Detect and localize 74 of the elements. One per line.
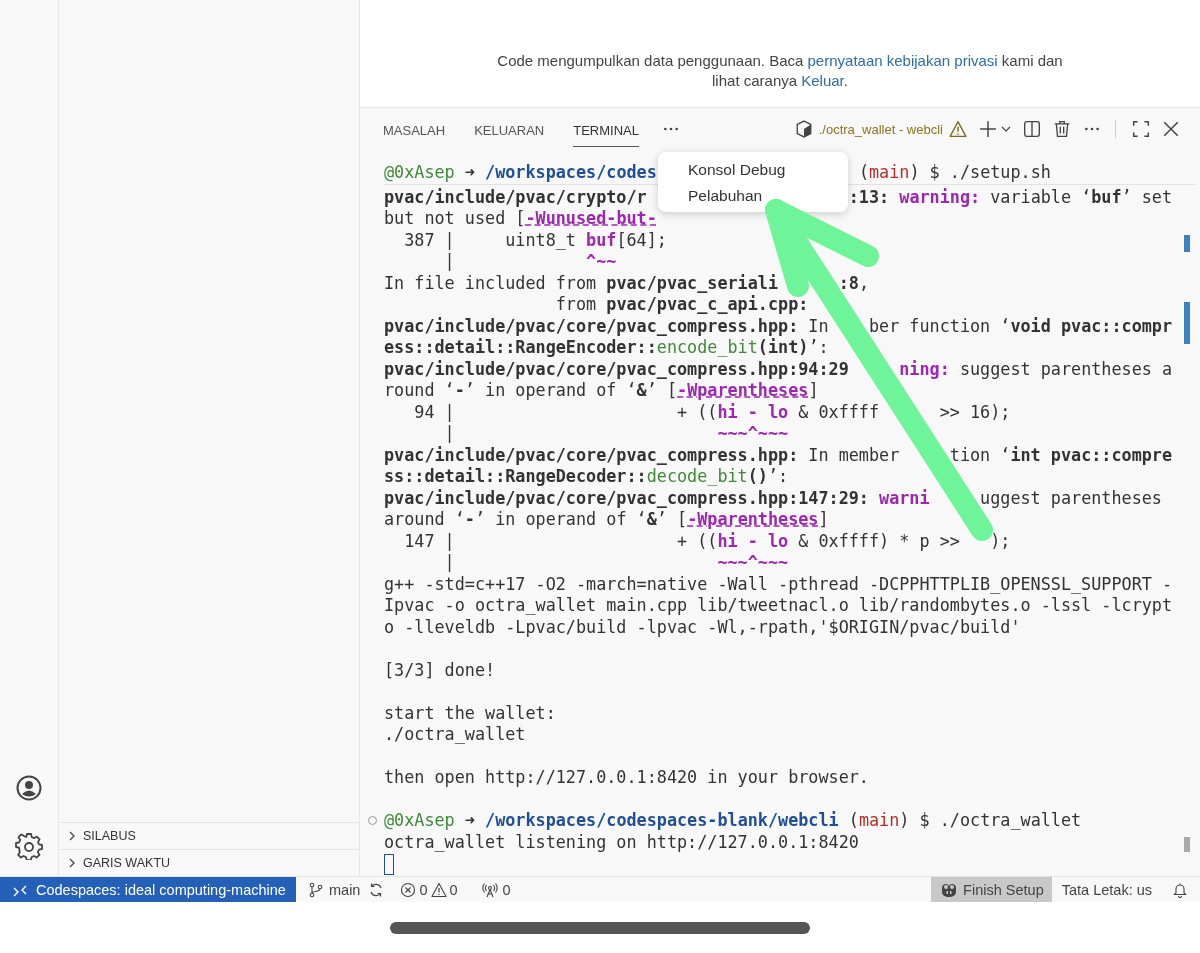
terminal-text: :13: warning: variable ‘buf’ set	[848, 186, 1173, 208]
terminal-text: pvac/include/pvac/core/pvac_compress.hpp: In	[384, 315, 829, 337]
terminal-text: o -lleveldb -Lpvac/build -lpvac -Wl,-rpath,'$ORIGIN/pvac/build'	[384, 616, 1021, 638]
privacy-link[interactable]: pernyataan kebijakan privasi	[807, 52, 998, 69]
sidebar-section[interactable]: SILABUS	[59, 822, 359, 849]
terminal-text: Ipvac -o octra_wallet main.cpp lib/tweetnacl.o lib/randombytes.o -lssl -lcrypt	[384, 595, 1173, 617]
terminal-text: start the wallet:	[384, 702, 556, 724]
finish-setup-button[interactable]: Finish Setup	[931, 877, 1052, 902]
terminal-text: ess::detail::RangeEncoder::encode_bit(int)’:	[384, 337, 829, 359]
terminal-text: octra_wallet listening on http://127.0.0.1:8420	[384, 831, 859, 853]
terminal-text: but not used [-Wunused-but-	[384, 208, 657, 230]
chevron-icon	[67, 831, 77, 841]
opt-out-link[interactable]: Keluar	[801, 72, 844, 89]
keyboard-layout[interactable]: Tata Letak: us	[1061, 881, 1152, 898]
panel-tab[interactable]: MASALAH	[383, 111, 446, 147]
terminal-text: pvac/include/pvac/core/pvac_compress.hpp:147:29: warni	[384, 487, 930, 509]
ports-indicator[interactable]: 0	[481, 881, 511, 898]
split-icon[interactable]	[1023, 120, 1041, 138]
terminal-text: 387 | uint8_t buf[64];	[403, 229, 667, 251]
problems-indicator[interactable]: 0 0	[400, 881, 458, 898]
terminal-text: 94 | + ((hi - lo & 0xffff	[413, 401, 880, 423]
terminal-text: ss::detail::RangeDecoder::decode_bit()’:	[384, 466, 789, 488]
terminal-name[interactable]: ./octra_wallet - webcli	[818, 121, 943, 137]
bell-icon[interactable]	[1172, 881, 1188, 898]
scrollbar-thumb[interactable]	[1184, 837, 1190, 852]
terminal-text: >> 16);	[938, 401, 1011, 423]
error-icon	[400, 881, 417, 898]
terminal-text: | ~~~^~~~	[443, 423, 789, 445]
terminal-text: then open http://127.0.0.1:8420 in your browser.	[384, 767, 869, 789]
terminal-cursor	[384, 853, 394, 875]
terminal-text: pvac/include/pvac/core/pvac_compress.hpp:94:29	[384, 358, 849, 380]
terminal-text: @0xAsep ➜ /workspaces/codes	[384, 162, 657, 184]
terminal-text: g++ -std=c++17 -O2 -march=native -Wall -pthread -DCPPHTTPLIB_OPENSSL_SUPPORT -	[384, 573, 1173, 595]
chevron-icon	[67, 858, 77, 868]
terminal-text: [3/3] done!	[384, 659, 496, 681]
terminal-text: :8,	[838, 272, 869, 294]
terminal-text: In file included from pvac/pvac_seriali	[384, 272, 779, 294]
menu-item[interactable]: Pelabuhan	[658, 182, 848, 208]
terminal-text: from pvac/pvac_c_api.cpp:	[554, 294, 809, 316]
terminal-text: around ‘-’ in operand of ‘&’ [-Wparentheses]	[384, 509, 829, 531]
panel-tab[interactable]: KELUARAN	[474, 111, 545, 147]
terminal-text: | ^~~	[443, 251, 617, 273]
antenna-icon	[481, 881, 498, 898]
terminal-text: tion ‘int pvac::compre	[949, 444, 1173, 466]
panel-tab[interactable]: TERMINAL	[573, 111, 639, 147]
plus-icon[interactable]	[979, 120, 997, 138]
terminal-text: round ‘-’ in operand of ‘&’ [-Wparentheses]	[384, 380, 819, 402]
warning-icon[interactable]	[949, 120, 967, 138]
account-icon[interactable]	[15, 774, 43, 802]
terminal-icon[interactable]	[794, 120, 813, 138]
terminal-text: ber function ‘void pvac::compr	[868, 315, 1173, 337]
trash-icon[interactable]	[1053, 120, 1071, 138]
terminal-text: | ~~~^~~~	[443, 552, 789, 574]
chevron-down-icon[interactable]	[1001, 124, 1011, 134]
terminal-text: @0xAsep ➜ /workspaces/codespaces-blank/webcli (main) $ ./octra_wallet	[384, 810, 1082, 832]
maximize-icon[interactable]	[1132, 120, 1150, 138]
terminal-text: );	[990, 530, 1011, 552]
settings-icon[interactable]	[15, 832, 43, 860]
menu-item[interactable]: Konsol Debug	[658, 156, 848, 182]
terminal-text: (main) $ ./setup.sh	[858, 162, 1051, 184]
terminal-text: ning: suggest parentheses a	[899, 358, 1173, 380]
terminal-text: ./octra_wallet	[384, 724, 526, 746]
scroll-marker	[1184, 302, 1190, 344]
branch-icon	[308, 881, 324, 898]
close-icon[interactable]	[1162, 120, 1180, 138]
terminal-text: pvac/include/pvac/crypto/r	[384, 186, 647, 208]
privacy-notice: Code mengumpulkan data penggunaan. Baca pernyataan kebijakan privasi kami dan lihat caranya Keluar.	[496, 51, 1064, 91]
terminal-text: pvac/include/pvac/core/pvac_compress.hpp: In member	[384, 444, 901, 466]
branch-indicator[interactable]: main	[308, 881, 361, 898]
scroll-marker	[1184, 235, 1190, 252]
terminal-text: 147 | + ((hi - lo & 0xffff) * p >>	[403, 530, 960, 552]
warning-icon	[430, 881, 447, 898]
terminal-text: uggest parentheses	[980, 487, 1162, 509]
remote-indicator[interactable]: Codespaces: ideal computing-machine	[0, 877, 296, 902]
